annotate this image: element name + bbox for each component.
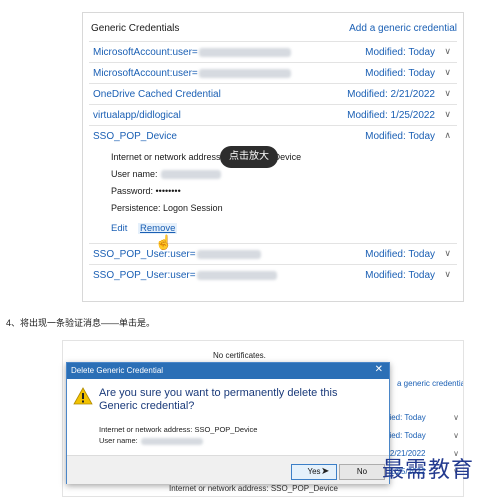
credential-name: MicrosoftAccount:user= — [93, 47, 198, 58]
chevron-down-icon[interactable]: ∨ — [444, 109, 451, 120]
credential-modified: Modified: 2/21/2022 — [347, 89, 435, 100]
warning-icon — [73, 387, 93, 405]
credential-modified: Modified: 1/25/2022 — [347, 110, 435, 121]
redacted-text — [196, 249, 261, 259]
chevron-up-icon[interactable]: ∧ — [444, 130, 451, 141]
credential-actions: Edit Remove — [111, 223, 178, 234]
credential-modified: Modified: Today — [365, 249, 435, 260]
delete-credential-dialog: Delete Generic Credential ✕ Are you sure… — [66, 362, 390, 484]
credential-modified: Modified: Today — [365, 131, 435, 142]
credential-row-expanded[interactable]: SSO_POP_Device Modified: Today ∧ — [89, 125, 457, 146]
credential-row[interactable]: virtualapp/didlogical Modified: 1/25/202… — [89, 104, 457, 125]
close-icon[interactable]: ✕ — [375, 364, 383, 375]
credential-modified: Modified: Today — [365, 270, 435, 281]
redacted-text — [196, 270, 277, 280]
panel-title: Generic Credentials — [91, 23, 180, 34]
credential-name: SSO_POP_User:user= — [93, 270, 196, 281]
edit-link[interactable]: Edit — [111, 223, 127, 234]
dialog-question: Are you sure you want to permanently del… — [99, 387, 338, 412]
no-certificates-text: No certificates. — [213, 351, 266, 360]
dialog-title: Delete Generic Credential — [71, 366, 164, 375]
chevron-down-icon[interactable]: ∨ — [444, 269, 451, 280]
chevron-down-icon[interactable]: ∨ — [444, 67, 451, 78]
credential-modified: Modified: Today — [365, 68, 435, 79]
redacted-text — [198, 68, 291, 78]
panel-header: Generic Credentials Add a generic creden… — [83, 13, 463, 43]
credential-name: MicrosoftAccount:user= — [93, 68, 198, 79]
yes-button[interactable]: Yes — [291, 464, 337, 480]
credential-modified: Modified: Today — [365, 47, 435, 58]
bg-add-link: a generic credential — [397, 379, 464, 388]
add-generic-credential-link[interactable]: Add a generic credential — [349, 23, 457, 34]
detail-username: User name: — [111, 169, 158, 179]
no-button[interactable]: No — [339, 464, 385, 480]
credential-row[interactable]: MicrosoftAccount:user= Modified: Today ∨ — [89, 41, 457, 62]
chevron-down-icon[interactable]: ∨ — [444, 88, 451, 99]
chevron-down-icon[interactable]: ∨ — [444, 46, 451, 57]
bg-row: dified: Today ∨ — [381, 431, 461, 449]
detail-password: Password: •••••••• — [111, 186, 181, 196]
remove-link[interactable]: Remove — [138, 223, 178, 234]
dialog-titlebar: Delete Generic Credential ✕ — [67, 363, 389, 379]
dialog-username: User name: — [99, 436, 138, 445]
credential-name: SSO_POP_User:user= — [93, 249, 196, 260]
credential-row[interactable]: SSO_POP_User:user= Modified: Today ∨ — [89, 264, 457, 285]
dialog-footer: Yes No — [67, 455, 389, 484]
chevron-down-icon[interactable]: ∨ — [444, 248, 451, 259]
chevron-down-icon: ∨ — [453, 431, 459, 440]
hand-cursor-icon: ☝ — [155, 234, 173, 250]
bg-row: dified: Today ∨ — [381, 413, 461, 431]
redacted-text — [161, 170, 222, 180]
redacted-text — [140, 437, 203, 445]
detail-persistence: Persistence: Logon Session — [111, 203, 223, 213]
watermark-text: 最需教育 — [382, 458, 475, 483]
zoom-tooltip[interactable]: 点击放大 — [220, 146, 278, 168]
step-instruction: 4、将出现一条验证消息——单击是。 — [6, 318, 156, 328]
credential-row[interactable]: OneDrive Cached Credential Modified: 2/2… — [89, 83, 457, 104]
credential-name: OneDrive Cached Credential — [93, 89, 221, 100]
credential-name: SSO_POP_Device — [93, 131, 177, 142]
chevron-down-icon: ∨ — [453, 413, 459, 422]
bg-address-text: Internet or network address: SSO_POP_Dev… — [169, 484, 338, 493]
redacted-text — [198, 47, 291, 57]
arrow-cursor-icon: ➤ — [321, 466, 330, 477]
credential-name: virtualapp/didlogical — [93, 110, 181, 121]
credential-row[interactable]: SSO_POP_User:user= Modified: Today ∨ — [89, 243, 457, 264]
dialog-address: Internet or network address: SSO_POP_Dev… — [99, 425, 258, 434]
credential-row[interactable]: MicrosoftAccount:user= Modified: Today ∨ — [89, 62, 457, 83]
